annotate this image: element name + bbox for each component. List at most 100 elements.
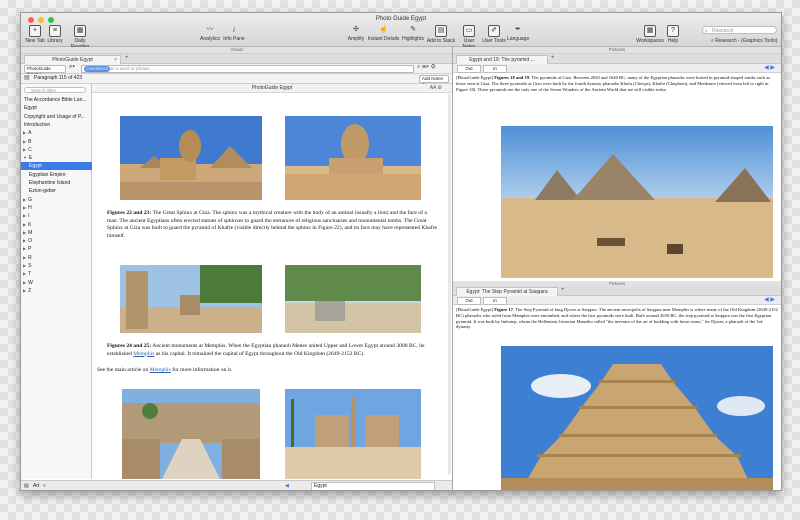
sidebar-item[interactable]: ▶ G — [21, 196, 93, 204]
disclosure-closed-icon[interactable]: ▶ — [23, 197, 26, 202]
sidebar-item[interactable]: Introduction — [21, 121, 94, 129]
pane2-add-tab-icon[interactable]: + — [561, 287, 565, 293]
document-scrollbar[interactable] — [448, 94, 451, 474]
sidebar-item[interactable]: ▶ T — [21, 270, 93, 278]
research-crumb[interactable]: ⌕ Research - (Graphics Tools) — [711, 38, 777, 44]
sidebar-item[interactable]: ▶ K — [21, 221, 93, 229]
disclosure-closed-icon[interactable]: ▶ — [23, 213, 26, 218]
sidebar-item[interactable]: ▶ R — [21, 254, 93, 262]
caption-figures-22-23: Figures 22 and 23: The Great Sphinx at G… — [107, 210, 437, 240]
sidebar-search-input[interactable]: Search titles — [24, 87, 86, 93]
disclosure-closed-icon[interactable]: ▶ — [23, 147, 26, 152]
sidebar-item[interactable]: Copyright and Usage of P... — [21, 113, 94, 121]
tab-label: PhotoGuide Egypt — [52, 57, 93, 63]
tab-step-pyramid[interactable]: Egypt: The Step Pyramid at Saqqara — [456, 287, 558, 296]
disclosure-open-icon[interactable]: ▼ — [23, 155, 27, 160]
instant-details-button[interactable]: ☝ Instant Details — [367, 25, 400, 42]
art-icon[interactable]: ▤ — [24, 481, 29, 490]
sidebar-item[interactable]: Ezion-geber — [21, 187, 99, 195]
workspaces-button[interactable]: ▦ Workspaces — [636, 25, 664, 44]
location-field[interactable]: Egypt — [311, 482, 435, 490]
tab-close-icon[interactable]: × — [114, 56, 117, 64]
sidebar-item[interactable]: Elephantine Island — [21, 179, 99, 187]
sidebar-item[interactable]: ▶ W — [21, 279, 93, 287]
new-tab-button[interactable]: + New Tab — [25, 25, 45, 44]
search-input[interactable]: CONTENTS Enter a word or phrase — [81, 65, 414, 73]
disclosure-closed-icon[interactable]: ▶ — [23, 205, 26, 210]
sidebar-item[interactable]: Egypt — [21, 162, 99, 171]
visual-band: Visual — [21, 47, 452, 54]
disclosure-closed-icon[interactable]: ▶ — [23, 222, 26, 227]
window-title: Photo Guide Egypt — [375, 16, 427, 22]
pane1-nav-arrows-icon[interactable]: ◀ ▶ — [764, 64, 775, 71]
sidebar-item[interactable]: ▶ Z — [21, 287, 93, 295]
help-button[interactable]: ? Help — [665, 25, 681, 44]
add-notes-button[interactable]: Add Notes ▾ — [419, 75, 449, 87]
pane1-zoom-in-button[interactable]: In — [483, 65, 507, 73]
sidebar-item-label: O — [28, 238, 32, 245]
user-tools-button[interactable]: ✐ User Tools — [482, 25, 506, 44]
filter-icon[interactable]: ⩔ — [43, 481, 46, 490]
tab-photoguide-egypt[interactable]: PhotoGuide Egypt × — [24, 55, 121, 64]
amplify-button[interactable]: ✣ Amplify — [346, 25, 366, 42]
sidebar-item-label: A — [28, 130, 32, 137]
sidebar-item[interactable]: ▶ M — [21, 229, 93, 237]
disclosure-closed-icon[interactable]: ▶ — [23, 246, 26, 251]
pane2-zoom-out-button[interactable]: Out — [457, 297, 481, 305]
disclosure-closed-icon[interactable]: ▶ — [23, 280, 26, 285]
text-size-icon[interactable]: AA ⚙ — [430, 84, 442, 92]
pane1-add-tab-icon[interactable]: + — [551, 55, 555, 61]
sidebar-item[interactable]: ▶ S — [21, 262, 93, 270]
sidebar-item[interactable]: ▶ H — [21, 204, 93, 212]
highlights-button[interactable]: ✎ Highlights — [401, 25, 425, 42]
pane1-zoom-out-button[interactable]: Out — [457, 65, 481, 73]
sidebar-item[interactable]: ▶ B — [21, 138, 93, 146]
disclosure-closed-icon[interactable]: ▶ — [23, 271, 26, 276]
info-icon: i — [233, 26, 235, 34]
sidebar-toggle-icon[interactable]: ▤ — [24, 74, 30, 81]
new-tab-label: New Tab — [25, 38, 45, 44]
pane2-zoom-in-button[interactable]: In — [483, 297, 507, 305]
language-button[interactable]: ✒ Language — [507, 25, 529, 42]
memphis-photo-right — [285, 265, 421, 333]
sidebar-item[interactable]: ▶ C — [21, 146, 93, 154]
user-tools-label: User Tools — [482, 38, 506, 44]
research-search-input[interactable]: ⌕ Research — [702, 26, 777, 34]
library-button[interactable]: ≡ Library — [47, 25, 63, 44]
disclosure-closed-icon[interactable]: ▶ — [23, 230, 26, 235]
step-pyramid-photo — [501, 346, 773, 490]
sidebar-item[interactable]: Egypt — [21, 104, 94, 112]
pyramids-image — [501, 126, 773, 278]
disclosure-closed-icon[interactable]: ▶ — [23, 130, 26, 135]
module-select[interactable]: PhotoGuide Egypt ▾ — [24, 65, 66, 77]
add-to-stack-button[interactable]: ▤ Add to Stack — [426, 25, 456, 44]
contents-token[interactable]: CONTENTS — [84, 66, 110, 72]
help-label: Help — [667, 38, 679, 44]
sidebar-item[interactable]: The Accordance Bible Lan... — [21, 96, 94, 104]
analytics-icon: 〰 — [206, 26, 214, 33]
search-options-icon[interactable]: ⌕ ☰▾ ⚙ — [417, 64, 436, 71]
memphis-link[interactable]: Memphis — [133, 351, 154, 357]
sidebar-item[interactable]: ▶ P — [21, 245, 93, 253]
disclosure-closed-icon[interactable]: ▶ — [23, 288, 26, 293]
disclosure-closed-icon[interactable]: ▶ — [23, 139, 26, 144]
sidebar-item[interactable]: Egyptian Empire — [21, 171, 99, 179]
disclosure-closed-icon[interactable]: ▶ — [23, 238, 26, 243]
disclosure-closed-icon[interactable]: ▶ — [23, 255, 26, 260]
add-tab-icon[interactable]: + — [125, 55, 129, 61]
pane2-nav-arrows-icon[interactable]: ◀ ▶ — [764, 296, 775, 303]
sphinx-image-left — [120, 116, 262, 200]
pane1-tab-label: Egypt and 19: The pyramid ... — [469, 57, 535, 63]
sidebar-item[interactable]: ▶ O — [21, 237, 93, 245]
analytics-button[interactable]: 〰 Analytics — [199, 25, 221, 42]
memphis-article-link[interactable]: Memphis — [150, 367, 171, 373]
notes-icon: ▭ — [463, 25, 475, 37]
search-mode-icon[interactable]: ⌕▾ — [69, 64, 75, 71]
info-pane-button[interactable]: i Info Pane — [223, 25, 245, 42]
sidebar-item[interactable]: ▶ A — [21, 129, 93, 137]
sidebar-item[interactable]: ▼ E — [21, 154, 93, 162]
tab-pyramids[interactable]: Egypt and 19: The pyramid ... — [456, 55, 548, 64]
disclosure-closed-icon[interactable]: ▶ — [23, 263, 26, 268]
sidebar-item[interactable]: ▶ I — [21, 212, 93, 220]
back-arrow-icon[interactable]: ◀ — [285, 481, 289, 490]
